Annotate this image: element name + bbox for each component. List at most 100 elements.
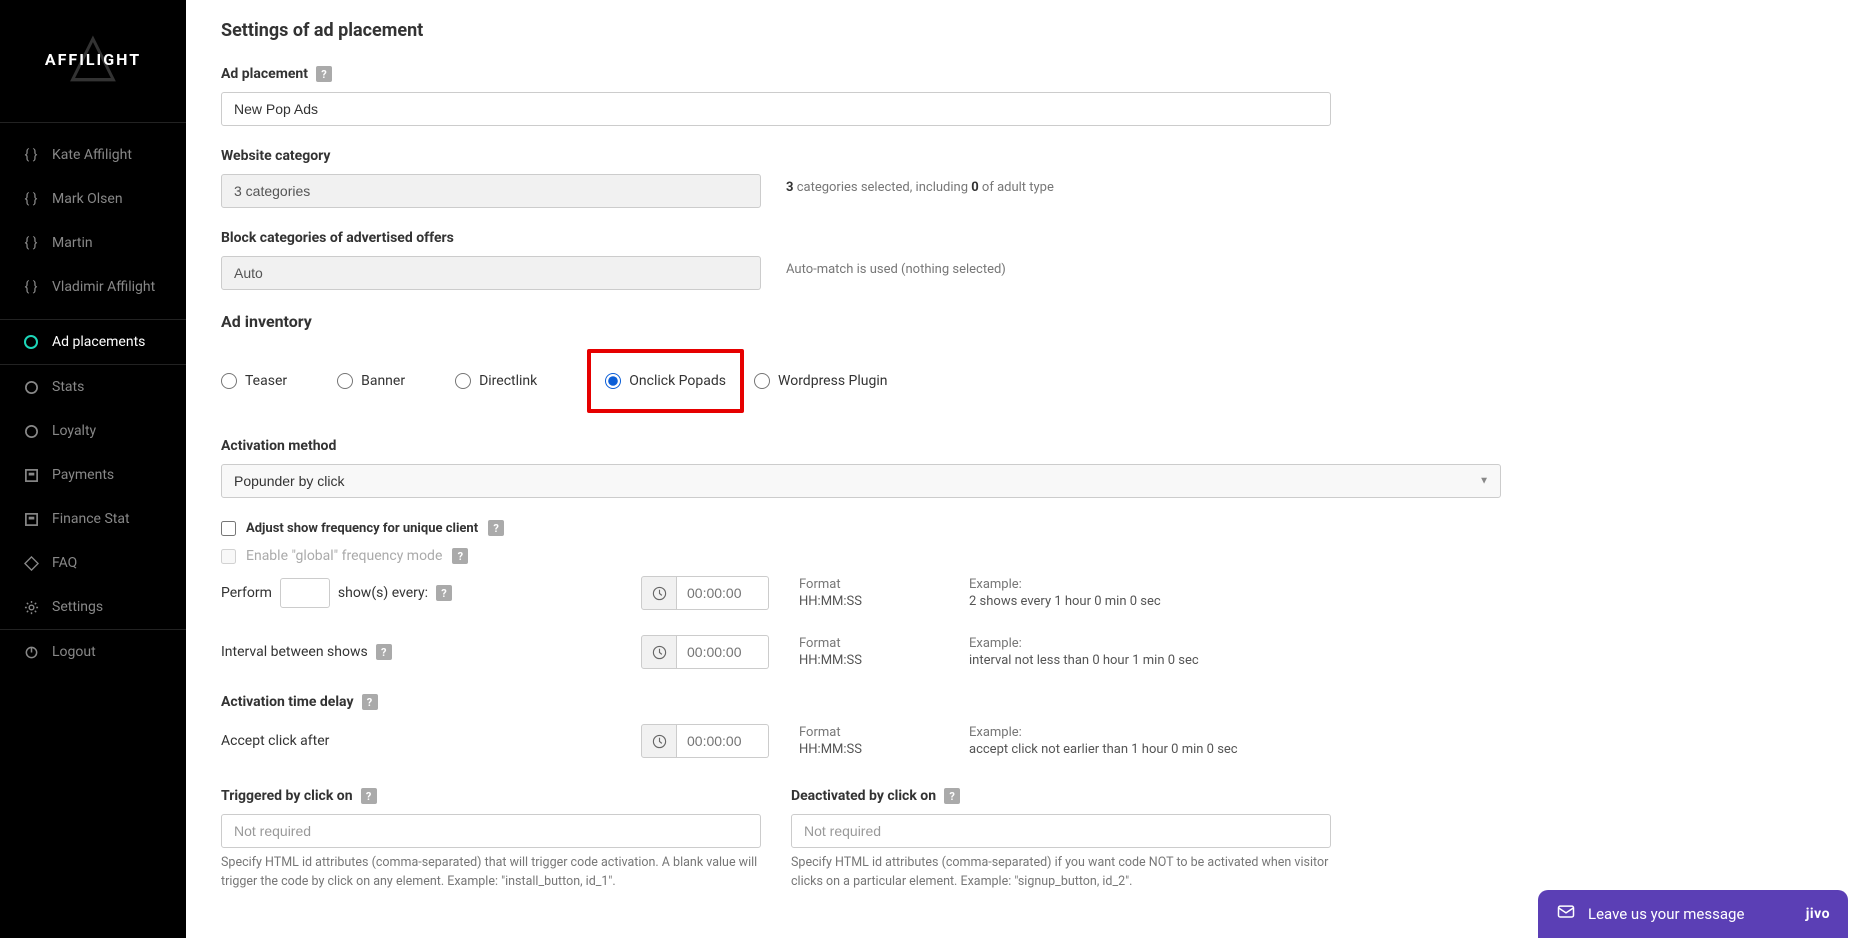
perform-time-input[interactable] xyxy=(677,576,769,610)
example-label: Example: xyxy=(969,636,1199,651)
accept-click-label: Accept click after xyxy=(221,733,329,749)
radio-label: Wordpress Plugin xyxy=(778,373,887,389)
braces-icon: { } xyxy=(22,147,40,163)
deactivated-help: Specify HTML id attributes (comma-separa… xyxy=(791,854,1331,892)
deactivated-input[interactable] xyxy=(791,814,1331,848)
refresh-icon xyxy=(22,380,40,395)
sidebar-item-loyalty[interactable]: Loyalty xyxy=(0,409,186,453)
help-icon[interactable]: ? xyxy=(362,694,378,710)
main-content: Settings of ad placement Ad placement ? … xyxy=(186,0,1536,938)
help-icon[interactable]: ? xyxy=(361,788,377,804)
help-icon[interactable]: ? xyxy=(944,788,960,804)
sidebar-user-kate[interactable]: { } Kate Affilight xyxy=(0,133,186,177)
format-value: HH:MM:SS xyxy=(799,594,909,609)
radio-teaser-input[interactable] xyxy=(221,373,237,389)
help-icon[interactable]: ? xyxy=(436,585,452,601)
ad-inventory-title: Ad inventory xyxy=(221,312,1501,331)
help-icon[interactable]: ? xyxy=(316,66,332,82)
perform-count-input[interactable] xyxy=(280,578,330,608)
perform-suffix: show(s) every: xyxy=(338,585,428,601)
example-value: interval not less than 0 hour 1 min 0 se… xyxy=(969,653,1199,668)
radio-onclick-popads[interactable]: Onclick Popads xyxy=(587,349,744,413)
triggered-help: Specify HTML id attributes (comma-separa… xyxy=(221,854,761,892)
braces-icon: { } xyxy=(22,191,40,207)
radio-label: Directlink xyxy=(479,373,537,389)
sidebar-user-label: Kate Affilight xyxy=(52,147,132,163)
website-category-label: Website category xyxy=(221,148,330,164)
sidebar: △ AFFILIGHT { } Kate Affilight { } Mark … xyxy=(0,0,186,938)
sidebar-item-settings[interactable]: Settings xyxy=(0,585,186,629)
radio-banner[interactable]: Banner xyxy=(337,373,405,389)
format-value: HH:MM:SS xyxy=(799,653,909,668)
triggered-input[interactable] xyxy=(221,814,761,848)
website-category-input[interactable] xyxy=(221,174,761,208)
activation-delay-label: Activation time delay xyxy=(221,694,354,710)
chat-widget[interactable]: Leave us your message jivo xyxy=(1538,890,1848,938)
radio-onclick-popads-input[interactable] xyxy=(605,373,621,389)
radio-banner-input[interactable] xyxy=(337,373,353,389)
activation-method-select[interactable]: Popunder by click xyxy=(221,464,1501,498)
perform-prefix: Perform xyxy=(221,585,272,601)
help-icon[interactable]: ? xyxy=(376,644,392,660)
square-icon xyxy=(22,468,40,483)
clock-icon xyxy=(641,724,677,758)
interval-label: Interval between shows xyxy=(221,644,368,660)
logo-text: AFFILIGHT xyxy=(45,50,141,69)
square-icon xyxy=(22,512,40,527)
radio-directlink-input[interactable] xyxy=(455,373,471,389)
chat-icon xyxy=(1556,902,1576,926)
sidebar-item-label: Settings xyxy=(52,599,103,615)
sidebar-item-label: Logout xyxy=(52,644,96,660)
clock-icon xyxy=(641,635,677,669)
power-icon xyxy=(22,645,40,660)
clock-icon xyxy=(641,576,677,610)
sidebar-item-label: Loyalty xyxy=(52,423,96,439)
chat-text: Leave us your message xyxy=(1588,905,1744,923)
help-icon[interactable]: ? xyxy=(452,548,468,564)
page-title: Settings of ad placement xyxy=(221,20,1501,41)
radio-wordpress-plugin[interactable]: Wordpress Plugin xyxy=(754,373,887,389)
sidebar-user-mark[interactable]: { } Mark Olsen xyxy=(0,177,186,221)
block-categories-label: Block categories of advertised offers xyxy=(221,230,454,246)
block-categories-input[interactable] xyxy=(221,256,761,290)
triggered-label: Triggered by click on xyxy=(221,788,353,804)
example-label: Example: xyxy=(969,577,1161,592)
format-value: HH:MM:SS xyxy=(799,742,909,757)
braces-icon: { } xyxy=(22,279,40,295)
sidebar-item-label: FAQ xyxy=(52,555,77,571)
braces-icon: { } xyxy=(22,235,40,251)
sidebar-item-payments[interactable]: Payments xyxy=(0,453,186,497)
radio-label: Banner xyxy=(361,373,405,389)
chat-brand: jivo xyxy=(1806,906,1830,922)
accept-click-time-input[interactable] xyxy=(677,724,769,758)
ad-placement-label: Ad placement xyxy=(221,66,308,82)
sidebar-item-label: Ad placements xyxy=(52,334,145,350)
radio-directlink[interactable]: Directlink xyxy=(455,373,537,389)
adjust-frequency-label[interactable]: Adjust show frequency for unique client xyxy=(246,521,478,536)
example-label: Example: xyxy=(969,725,1238,740)
sidebar-user-martin[interactable]: { } Martin xyxy=(0,221,186,265)
sidebar-user-label: Vladimir Affilight xyxy=(52,279,155,295)
ad-inventory-radios: Teaser Banner Directlink Onclick Popads … xyxy=(221,349,1501,413)
interval-time-input[interactable] xyxy=(677,635,769,669)
deactivated-label: Deactivated by click on xyxy=(791,788,936,804)
radio-wordpress-plugin-input[interactable] xyxy=(754,373,770,389)
sidebar-item-logout[interactable]: Logout xyxy=(0,630,186,674)
format-label: Format xyxy=(799,725,909,740)
sidebar-item-stats[interactable]: Stats xyxy=(0,365,186,409)
sidebar-item-finance-stat[interactable]: Finance Stat xyxy=(0,497,186,541)
activation-method-label: Activation method xyxy=(221,438,336,454)
adjust-frequency-checkbox[interactable] xyxy=(221,521,236,536)
sidebar-item-faq[interactable]: FAQ xyxy=(0,541,186,585)
help-icon[interactable]: ? xyxy=(488,520,504,536)
sidebar-user-vladimir[interactable]: { } Vladimir Affilight xyxy=(0,265,186,309)
circle-outline-icon xyxy=(22,424,40,439)
radio-label: Onclick Popads xyxy=(629,373,726,389)
sidebar-item-label: Payments xyxy=(52,467,114,483)
ad-placement-input[interactable] xyxy=(221,92,1331,126)
block-categories-hint: Auto-match is used (nothing selected) xyxy=(786,262,1006,277)
format-label: Format xyxy=(799,577,909,592)
radio-teaser[interactable]: Teaser xyxy=(221,373,287,389)
logo: △ AFFILIGHT xyxy=(0,0,186,123)
sidebar-item-ad-placements[interactable]: Ad placements xyxy=(0,319,186,365)
